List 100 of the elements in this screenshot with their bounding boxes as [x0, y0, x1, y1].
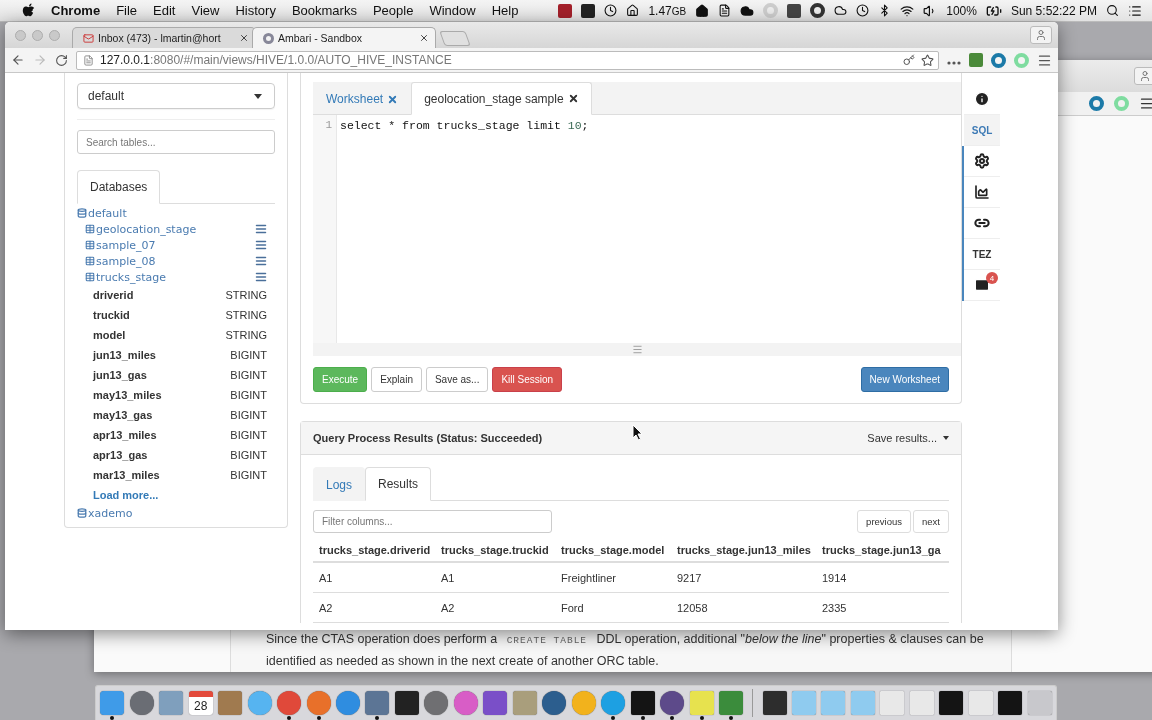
status-icon[interactable] — [810, 3, 826, 18]
chart-icon[interactable] — [974, 184, 990, 200]
menu-item[interactable]: Bookmarks — [291, 3, 357, 18]
close-icon[interactable] — [239, 33, 249, 43]
menu-item[interactable]: History — [235, 3, 276, 18]
table-item[interactable]: sample_08 — [85, 254, 255, 268]
action-button[interactable]: Explain — [371, 367, 422, 392]
cloud-icon[interactable] — [834, 4, 848, 17]
column-name: jun13_gas — [93, 369, 147, 381]
status-icon[interactable] — [626, 4, 640, 17]
browser-tab[interactable]: Ambari - Sandbox — [252, 27, 436, 48]
table-cell: A2 — [435, 593, 555, 623]
list-icon[interactable] — [255, 255, 267, 267]
clock-icon[interactable] — [856, 4, 870, 17]
settings-icon[interactable] — [974, 153, 990, 169]
menu-item[interactable]: Window — [429, 3, 476, 18]
profile-button[interactable] — [1030, 26, 1052, 44]
column-name: apr13_miles — [93, 429, 157, 441]
pager-button[interactable]: previous — [857, 510, 912, 533]
info-icon[interactable] — [974, 91, 990, 107]
list-icon[interactable] — [1128, 3, 1142, 18]
database-item[interactable]: default — [77, 206, 267, 220]
table-item[interactable]: trucks_stage — [85, 270, 255, 284]
column-header: trucks_stage.driverid — [313, 539, 435, 563]
back-icon[interactable] — [11, 53, 25, 67]
menu-item[interactable]: Edit — [153, 3, 176, 18]
table-cell: Freightliner — [555, 563, 671, 593]
table-cell: A1 — [313, 563, 435, 593]
app-menu[interactable]: Chrome — [51, 3, 101, 18]
extension-icon[interactable] — [1089, 96, 1104, 111]
column-name: truckid — [93, 309, 130, 321]
column-type: STRING — [225, 289, 267, 301]
wifi-icon[interactable] — [900, 3, 915, 18]
column-type: BIGINT — [230, 409, 267, 421]
home-icon[interactable] — [695, 3, 710, 18]
tool-tab[interactable]: SQL — [964, 115, 1000, 146]
table-icon — [85, 224, 95, 234]
bookmark-star-icon[interactable] — [921, 53, 934, 67]
table-item[interactable]: geolocation_stage — [85, 222, 255, 236]
search-icon[interactable] — [1106, 4, 1119, 17]
status-icon[interactable] — [581, 3, 596, 18]
close-icon[interactable] — [567, 93, 579, 104]
search-field[interactable]: Search tables... — [77, 130, 275, 154]
table-cell: 12058 — [671, 593, 816, 623]
extension-icon[interactable] — [991, 52, 1006, 68]
line-number: 1 — [325, 119, 332, 133]
status-icon[interactable] — [787, 3, 802, 18]
column-type: STRING — [225, 309, 267, 321]
database-select[interactable]: default — [77, 83, 275, 109]
grip-icon[interactable] — [631, 344, 643, 355]
table-item[interactable]: sample_07 — [85, 238, 255, 252]
action-button[interactable]: Save as... — [425, 367, 489, 392]
column-name: mar13_miles — [93, 469, 160, 481]
database-item[interactable]: xademo — [77, 506, 267, 520]
reload-icon[interactable] — [55, 53, 68, 67]
code-line: select * from trucks_stage limit 10; — [340, 119, 589, 133]
menu-icon[interactable] — [1037, 52, 1052, 68]
column-header: trucks_stage.model — [555, 539, 671, 563]
status-icon[interactable] — [558, 3, 573, 18]
menu-item[interactable]: File — [116, 3, 138, 18]
clock-reading[interactable]: Sun 5:52:22 PM — [1010, 3, 1097, 18]
profile-button[interactable] — [1134, 67, 1152, 85]
battery-reading: 100% — [946, 3, 977, 18]
clock-icon[interactable] — [604, 4, 618, 17]
caret-icon — [254, 93, 262, 99]
column-name: jun13_miles — [93, 349, 156, 361]
action-button[interactable]: Kill Session — [492, 367, 563, 392]
results-title: Query Process Results (Status: Succeeded) — [313, 432, 543, 444]
save-results-dropdown[interactable]: Save results... — [867, 432, 949, 444]
column-name: model — [93, 329, 126, 341]
worksheet-tab[interactable]: geolocation_stage sample — [411, 82, 592, 115]
menu-item[interactable]: Help — [491, 3, 519, 18]
filter-field[interactable]: Filter columns... — [313, 510, 552, 533]
column-type: BIGINT — [230, 429, 267, 441]
tab[interactable]: Results — [365, 467, 432, 501]
address-bar[interactable]: 127.0.0.1:8080/#/main/views/HIVE/1.0.0/AUTO_HIVE_INSTANCE — [76, 50, 939, 70]
menu-item[interactable]: People — [372, 3, 414, 18]
menu-item[interactable]: View — [191, 3, 220, 18]
column-header: trucks_stage.jun13_ga — [816, 539, 949, 563]
close-icon[interactable] — [419, 33, 429, 43]
apple-icon[interactable] — [22, 3, 35, 18]
column-name: may13_gas — [93, 409, 153, 421]
menu-icon[interactable] — [1139, 96, 1152, 111]
cloud-icon[interactable] — [740, 3, 755, 18]
column-name: may13_miles — [93, 389, 162, 401]
column-type: BIGINT — [230, 349, 267, 361]
mail-icon[interactable] — [974, 277, 990, 293]
tab[interactable]: Logs — [313, 467, 366, 501]
pager-button[interactable]: next — [913, 510, 949, 533]
load-more-link[interactable]: Load more... — [77, 485, 275, 505]
list-icon[interactable] — [255, 239, 267, 251]
new-worksheet-button[interactable]: New Worksheet — [860, 367, 949, 392]
calendar-icon[interactable]: 28 — [188, 691, 213, 715]
list-icon[interactable] — [255, 223, 267, 235]
column-type: STRING — [225, 329, 267, 341]
table-cell: 2335 — [816, 593, 949, 623]
column-header: trucks_stage.truckid — [435, 539, 555, 563]
tab[interactable]: Databases — [77, 170, 161, 204]
list-icon[interactable] — [255, 271, 267, 283]
worksheet-tab[interactable]: Worksheet — [313, 82, 412, 115]
